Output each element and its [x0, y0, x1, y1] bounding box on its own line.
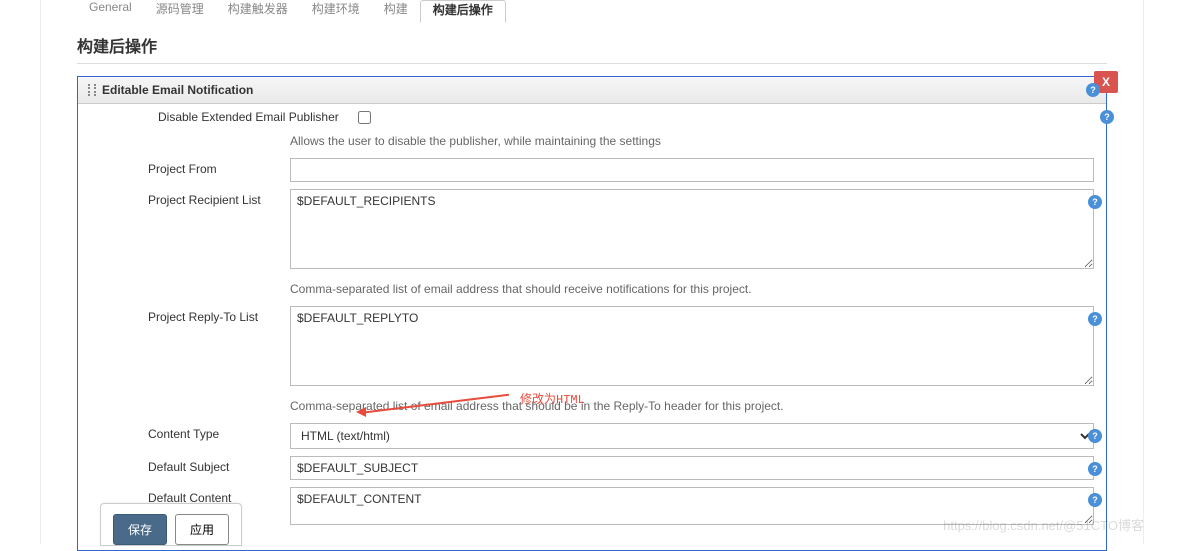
content-type-select[interactable]: HTML (text/html) — [290, 423, 1094, 449]
step-header[interactable]: Editable Email Notification — [78, 77, 1106, 104]
replyto-help-text: Comma-separated list of email address th… — [290, 396, 1094, 416]
section-title: 构建后操作 — [77, 23, 1107, 64]
recipients-label: Project Recipient List — [90, 189, 290, 207]
action-buttons: 保存 应用 — [100, 503, 242, 546]
drag-handle-icon[interactable] — [88, 84, 96, 96]
recipients-textarea[interactable]: $DEFAULT_RECIPIENTS — [290, 189, 1094, 269]
disable-publisher-row: Disable Extended Email Publisher — [78, 104, 1106, 126]
replyto-textarea[interactable]: $DEFAULT_REPLYTO — [290, 306, 1094, 386]
disable-publisher-label: Disable Extended Email Publisher — [158, 110, 358, 124]
default-subject-label: Default Subject — [90, 456, 290, 474]
help-icon[interactable] — [1088, 429, 1102, 443]
default-content-textarea[interactable]: $DEFAULT_CONTENT — [290, 487, 1094, 525]
help-icon[interactable] — [1100, 110, 1114, 124]
help-icon[interactable] — [1088, 312, 1102, 326]
apply-button[interactable]: 应用 — [175, 514, 229, 545]
recipients-help-text: Comma-separated list of email address th… — [290, 279, 1094, 299]
disable-publisher-help: Allows the user to disable the publisher… — [290, 131, 1094, 151]
tab-scm[interactable]: 源码管理 — [144, 0, 216, 23]
tab-general[interactable]: General — [77, 0, 144, 23]
default-subject-input[interactable] — [290, 456, 1094, 480]
disable-publisher-checkbox[interactable] — [358, 111, 371, 124]
tab-triggers[interactable]: 构建触发器 — [216, 0, 300, 23]
help-icon[interactable] — [1088, 462, 1102, 476]
help-icon[interactable] — [1086, 83, 1100, 97]
content-type-label: Content Type — [90, 423, 290, 441]
project-from-label: Project From — [90, 158, 290, 176]
save-button[interactable]: 保存 — [113, 514, 167, 545]
tab-env[interactable]: 构建环境 — [300, 0, 372, 23]
config-tabs: General 源码管理 构建触发器 构建环境 构建 构建后操作 — [77, 0, 1107, 23]
tab-post-build[interactable]: 构建后操作 — [420, 0, 506, 23]
tab-build[interactable]: 构建 — [372, 0, 420, 23]
replyto-label: Project Reply-To List — [90, 306, 290, 324]
email-notification-step: X Editable Email Notification Disable Ex… — [77, 76, 1107, 551]
step-title: Editable Email Notification — [102, 83, 253, 97]
project-from-input[interactable] — [290, 158, 1094, 182]
help-icon[interactable] — [1088, 493, 1102, 507]
help-icon[interactable] — [1088, 195, 1102, 209]
